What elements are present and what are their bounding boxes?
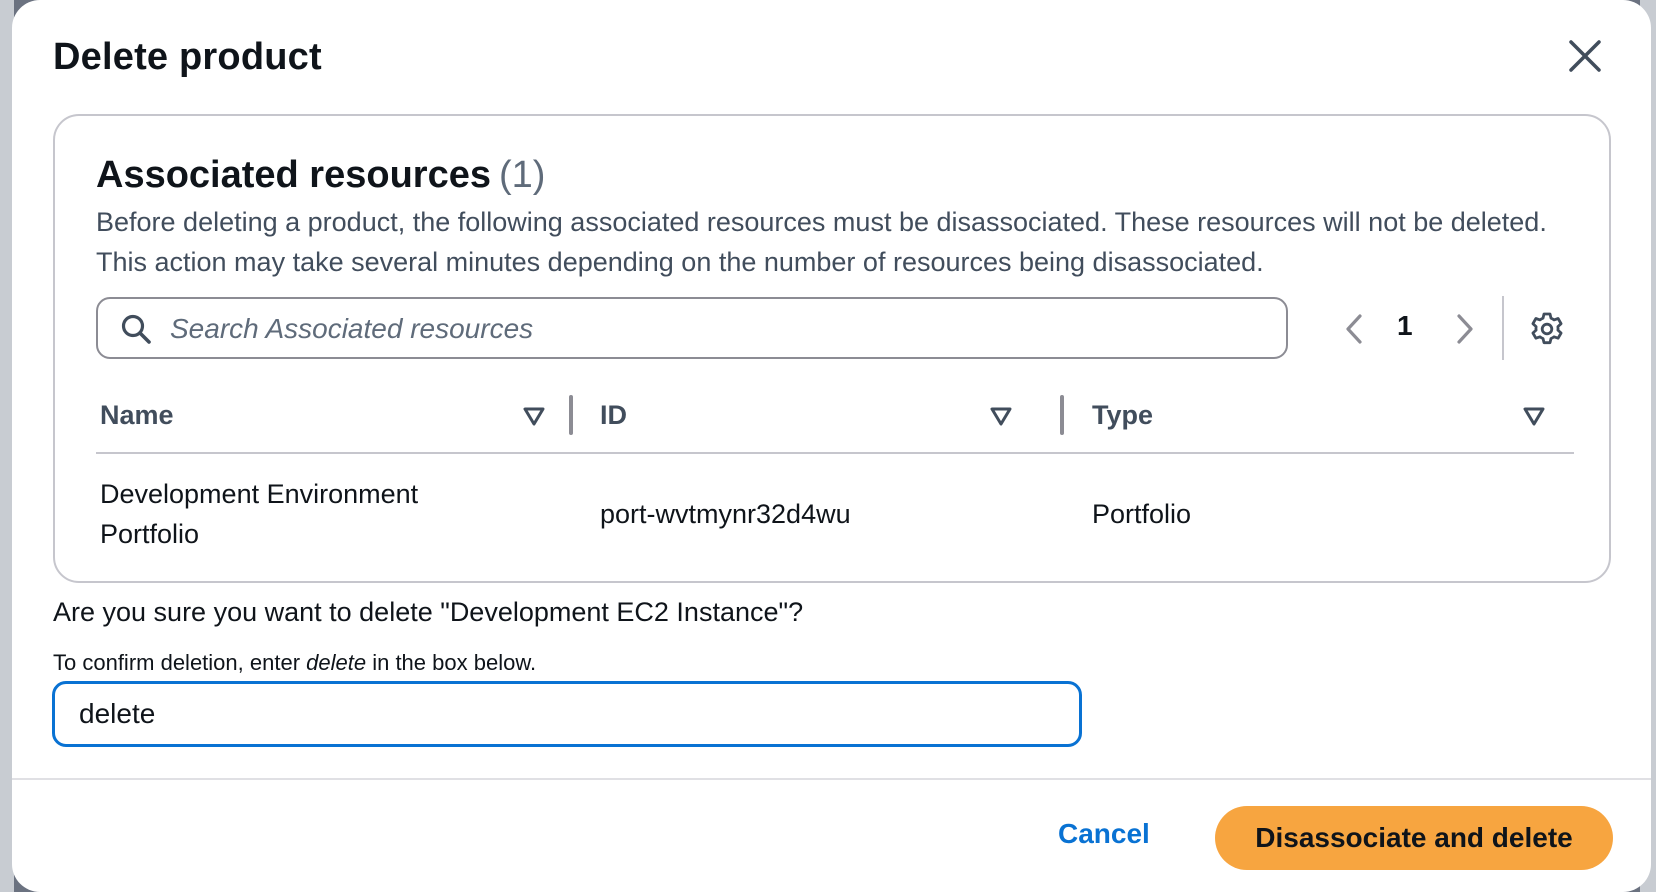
- table-header-divider: [96, 452, 1574, 454]
- sort-down-icon[interactable]: [989, 405, 1013, 429]
- modal-title: Delete product: [53, 36, 322, 78]
- confirm-delete-input[interactable]: [52, 681, 1082, 747]
- chevron-left-icon: [1346, 314, 1362, 344]
- page-number-1[interactable]: 1: [1397, 310, 1413, 342]
- previous-page-button[interactable]: [1339, 312, 1369, 346]
- confirm-question: Are you sure you want to delete "Develop…: [53, 597, 804, 627]
- confirm-hint: To confirm deletion, enter delete in the…: [53, 650, 536, 676]
- gear-icon: [1531, 312, 1563, 345]
- delete-product-modal: Delete product Associated resources (1) B…: [12, 0, 1651, 892]
- table-settings-button[interactable]: [1529, 311, 1565, 347]
- cell-id: port-wvtmynr32d4wu: [600, 499, 851, 529]
- sort-down-icon[interactable]: [1522, 405, 1546, 429]
- cell-type: Portfolio: [1092, 499, 1192, 529]
- chevron-right-icon: [1457, 314, 1473, 344]
- close-button[interactable]: [1565, 36, 1605, 76]
- column-header-id[interactable]: ID: [600, 400, 627, 431]
- confirm-hint-suffix: in the box below.: [366, 650, 537, 675]
- associated-resources-title: Associated resources: [96, 154, 491, 196]
- next-page-button[interactable]: [1450, 312, 1480, 346]
- column-resizer[interactable]: [569, 395, 573, 435]
- cell-name: Development Environment Portfolio: [100, 479, 419, 549]
- column-header-type[interactable]: Type: [1092, 400, 1153, 431]
- search-input[interactable]: [168, 307, 1272, 351]
- search-icon: [121, 314, 151, 344]
- confirm-hint-prefix: To confirm deletion, enter: [53, 650, 307, 675]
- confirm-hint-keyword: delete: [306, 650, 367, 675]
- footer-divider: [12, 778, 1651, 780]
- associated-resources-description: Before deleting a product, the following…: [96, 207, 1547, 277]
- column-header-name[interactable]: Name: [100, 400, 174, 431]
- cancel-button[interactable]: Cancel: [1058, 818, 1150, 850]
- pagination-divider: [1502, 296, 1504, 360]
- associated-resources-container: Associated resources (1) Before deleting …: [53, 114, 1611, 583]
- disassociate-and-delete-button[interactable]: Disassociate and delete: [1215, 806, 1613, 870]
- associated-resources-heading: Associated resources (1): [96, 154, 545, 197]
- search-field[interactable]: [96, 297, 1288, 359]
- close-icon: [1569, 40, 1601, 72]
- associated-resources-count: (1): [498, 154, 546, 196]
- column-resizer[interactable]: [1060, 395, 1064, 435]
- sort-down-icon[interactable]: [522, 405, 546, 429]
